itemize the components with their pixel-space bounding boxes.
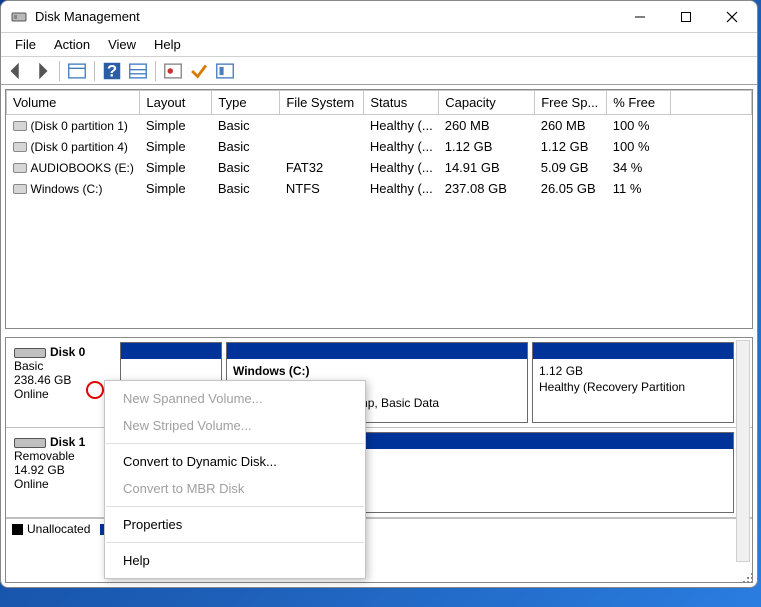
context-menu-item[interactable]: Properties [105,511,365,538]
disk-state: Online [14,387,108,401]
minimize-button[interactable] [617,2,663,32]
volume-icon [13,142,27,152]
column-header[interactable]: % Free [607,91,671,115]
column-header[interactable]: Volume [7,91,140,115]
toolbar: ? [1,57,757,85]
volume-row[interactable]: AUDIOBOOKS (E:)SimpleBasicFAT32Healthy (… [7,157,752,178]
separator [59,61,60,81]
disk-type: Removable [14,449,108,463]
disk-size: 14.92 GB [14,463,108,477]
column-header[interactable]: Status [364,91,439,115]
disk-label: Disk 1 [50,435,85,449]
menu-view[interactable]: View [100,35,144,54]
separator [155,61,156,81]
menu-action[interactable]: Action [46,35,98,54]
column-header[interactable]: Capacity [439,91,535,115]
context-menu-item[interactable]: Convert to Dynamic Disk... [105,448,365,475]
disk-state: Online [14,477,108,491]
forward-button[interactable] [31,60,53,82]
app-icon [11,9,27,25]
separator [94,61,95,81]
disk-header[interactable]: Disk 0Basic238.46 GBOnline [6,338,116,427]
volume-icon [13,184,27,194]
window-controls [617,2,755,32]
context-menu-item: New Striped Volume... [105,412,365,439]
svg-text:?: ? [107,62,117,80]
resize-grip[interactable] [739,569,755,585]
close-button[interactable] [709,2,755,32]
disk-size: 238.46 GB [14,373,108,387]
legend-unallocated: Unallocated [12,522,90,536]
menubar: File Action View Help [1,33,757,57]
context-menu-item[interactable]: Help [105,547,365,574]
menu-help[interactable]: Help [146,35,189,54]
disk-icon [14,348,46,358]
window-title: Disk Management [35,9,617,24]
view-button[interactable] [66,60,88,82]
context-menu-item: New Spanned Volume... [105,385,365,412]
partition[interactable]: 1.12 GBHealthy (Recovery Partition [532,342,734,423]
disk-icon [14,438,46,448]
volume-list[interactable]: VolumeLayoutTypeFile SystemStatusCapacit… [5,89,753,329]
check-button[interactable] [188,60,210,82]
volume-row[interactable]: (Disk 0 partition 1)SimpleBasicHealthy (… [7,115,752,137]
settings-button[interactable] [214,60,236,82]
disk-label: Disk 0 [50,345,85,359]
volume-icon [13,121,27,131]
back-button[interactable] [5,60,27,82]
disk-context-menu: New Spanned Volume...New Striped Volume.… [104,380,366,579]
column-header[interactable]: Type [212,91,280,115]
disk-header[interactable]: Disk 1Removable14.92 GBOnline [6,428,116,517]
volume-icon [13,163,27,173]
refresh-button[interactable] [162,60,184,82]
maximize-button[interactable] [663,2,709,32]
column-header[interactable]: File System [280,91,364,115]
titlebar[interactable]: Disk Management [1,1,757,33]
help-button[interactable]: ? [101,60,123,82]
menu-file[interactable]: File [7,35,44,54]
vertical-scrollbar[interactable] [736,340,750,562]
disk-type: Basic [14,359,108,373]
column-header[interactable]: Free Sp... [535,91,607,115]
list-button[interactable] [127,60,149,82]
context-menu-item: Convert to MBR Disk [105,475,365,502]
volume-row[interactable]: (Disk 0 partition 4)SimpleBasicHealthy (… [7,136,752,157]
volume-row[interactable]: Windows (C:)SimpleBasicNTFSHealthy (...2… [7,178,752,199]
column-header[interactable]: Layout [140,91,212,115]
